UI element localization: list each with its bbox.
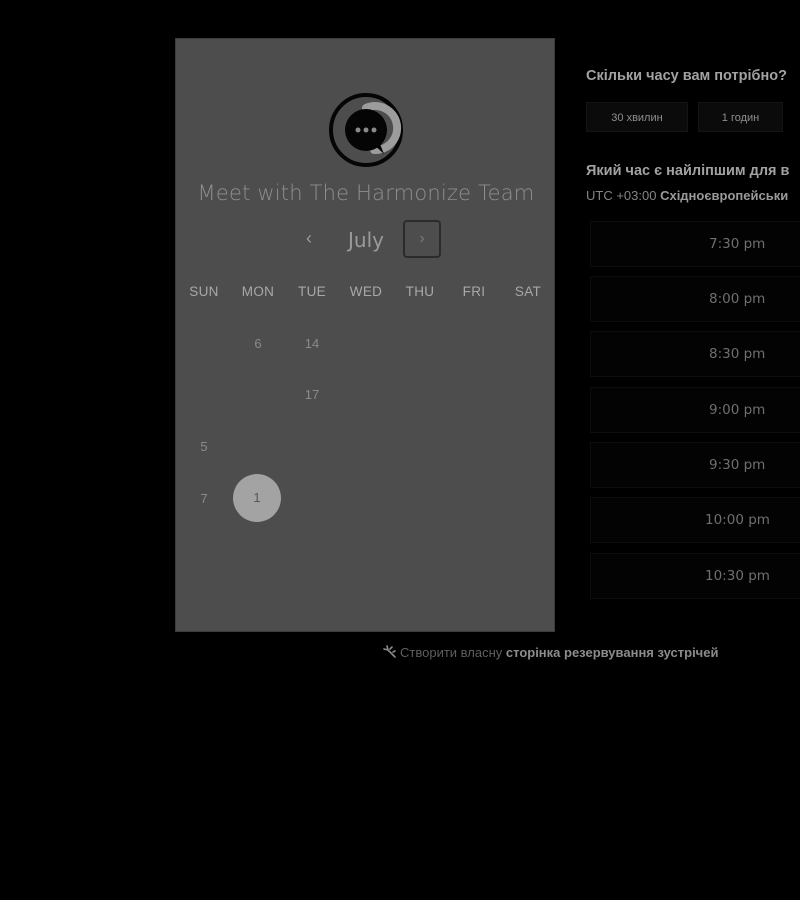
- month-label: July: [348, 228, 384, 252]
- calendar-day[interactable]: 6: [234, 320, 282, 368]
- calendar-day[interactable]: 7: [180, 475, 228, 523]
- weekday-wed: WED: [349, 284, 383, 299]
- weekday-sun: SUN: [189, 284, 219, 299]
- timezone-name: Східноєвропейськи: [660, 188, 789, 203]
- time-slot-label: 7:30 pm: [709, 236, 766, 252]
- time-slot[interactable]: 8:00 pm: [590, 276, 800, 322]
- time-question: Який час є найліпшим для в: [586, 163, 790, 179]
- booking-options-panel: Скільки часу вам потрібно? 30 хвилин 1 г…: [586, 0, 800, 900]
- time-slot[interactable]: 9:30 pm: [590, 442, 800, 488]
- chevron-left-icon: ‹: [306, 228, 312, 248]
- time-slot-label: 10:30 pm: [705, 568, 770, 584]
- weekday-sat: SAT: [514, 284, 542, 299]
- weekday-thu: THU: [405, 284, 435, 299]
- booking-card: Meet with The Harmonize Team ‹ July › SU…: [175, 38, 555, 632]
- calendar-day[interactable]: 14: [288, 320, 336, 368]
- time-slot-label: 9:30 pm: [709, 457, 766, 473]
- time-slot-label: 8:00 pm: [709, 291, 766, 307]
- time-slot-label: 9:00 pm: [709, 402, 766, 418]
- booking-title: Meet with The Harmonize Team: [197, 181, 535, 205]
- chevron-right-icon: ›: [419, 230, 425, 247]
- time-slot[interactable]: 8:30 pm: [590, 331, 800, 377]
- prev-month-button[interactable]: ‹: [298, 227, 320, 249]
- time-slot-label: 8:30 pm: [709, 346, 766, 362]
- chat-bubble-logo-icon: [329, 93, 403, 167]
- weekday-fri: FRI: [462, 284, 486, 299]
- time-slot[interactable]: 9:00 pm: [590, 387, 800, 433]
- footer-prefix: Створити власну: [400, 645, 503, 660]
- timezone-label[interactable]: UTC +03:00 Східноєвропейськи: [586, 188, 788, 203]
- time-slot[interactable]: 10:00 pm: [590, 497, 800, 543]
- calendar-day-selected[interactable]: 1: [233, 474, 281, 522]
- footer-link-text: сторінка резервування зустрічей: [505, 645, 719, 660]
- calendar-day[interactable]: 17: [288, 371, 336, 419]
- timezone-offset: UTC +03:00: [586, 188, 657, 203]
- time-slot[interactable]: 10:30 pm: [590, 553, 800, 599]
- weekday-tue: TUE: [298, 284, 326, 299]
- duration-option-30min[interactable]: 30 хвилин: [586, 102, 688, 132]
- next-month-button[interactable]: ›: [403, 220, 441, 258]
- time-slot[interactable]: 7:30 pm: [590, 221, 800, 267]
- time-slot-label: 10:00 pm: [705, 512, 770, 528]
- duration-question: Скільки часу вам потрібно?: [586, 68, 787, 84]
- sparkle-icon: [383, 645, 396, 658]
- weekday-mon: MON: [241, 284, 275, 299]
- duration-option-1hour[interactable]: 1 годин: [698, 102, 783, 132]
- calendar-day[interactable]: 5: [180, 423, 228, 471]
- create-booking-page-link[interactable]: Створити власну сторінка резервування зу…: [383, 645, 718, 660]
